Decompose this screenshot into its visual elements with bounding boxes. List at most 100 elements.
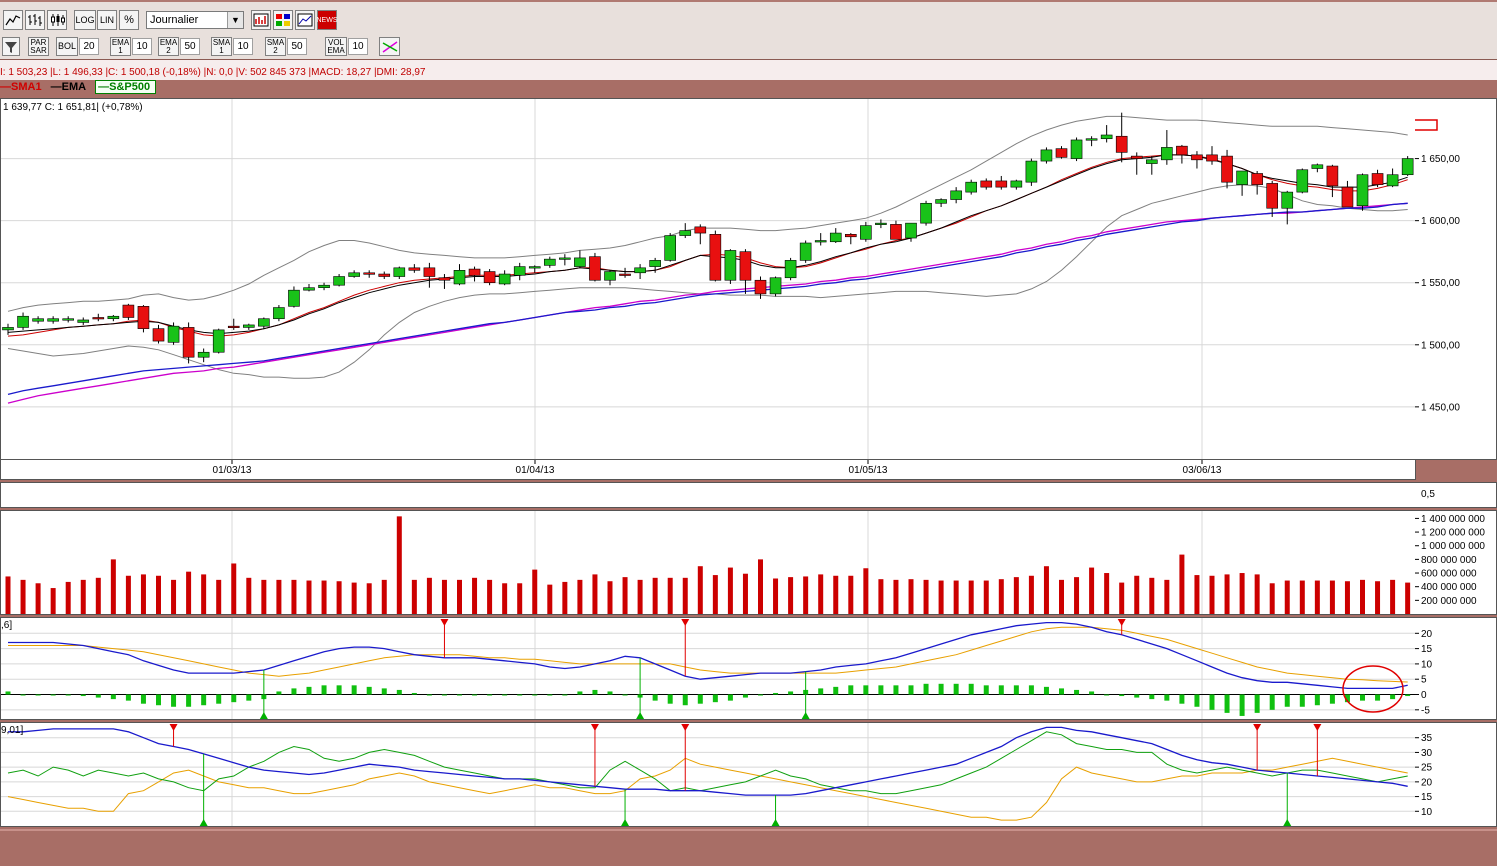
chevron-down-icon[interactable]: ▼ xyxy=(227,12,243,28)
price-tick-label: 1 550,00 xyxy=(1421,278,1460,289)
macd-histogram-bar xyxy=(321,685,327,695)
macd-histogram-bar xyxy=(1194,694,1200,707)
ema2-button[interactable]: EMA 2 xyxy=(158,37,179,56)
ema2-period-input[interactable]: 50 xyxy=(180,38,200,55)
candle-body xyxy=(182,327,195,358)
candle-body xyxy=(17,315,29,328)
volume-bar xyxy=(923,579,929,614)
volume-bar xyxy=(1405,582,1411,614)
macd-histogram-bar xyxy=(5,691,11,695)
lin-button[interactable]: LIN xyxy=(97,10,117,30)
volume-bar xyxy=(171,579,177,614)
empty-panel-tick: 0,5 xyxy=(1421,489,1435,500)
macd-histogram-bar xyxy=(652,694,658,701)
volume-bar xyxy=(682,577,688,614)
volume-bar xyxy=(472,577,478,614)
candle-body xyxy=(634,267,646,274)
macd-histogram-bar xyxy=(426,694,432,696)
ema1-period-input[interactable]: 10 xyxy=(132,38,152,55)
macd-tick-label: -5 xyxy=(1421,705,1430,716)
macd-histogram-bar xyxy=(848,685,854,695)
candle-body xyxy=(769,277,782,295)
candle-body xyxy=(1040,149,1053,162)
filter-icon[interactable] xyxy=(2,37,20,56)
macd-histogram-bar xyxy=(457,694,462,696)
macd-signal-line xyxy=(8,626,1408,683)
volume-bar xyxy=(1089,567,1095,614)
sma2-period-input[interactable]: 50 xyxy=(287,38,307,55)
candle-body xyxy=(243,324,255,328)
period-select[interactable]: Journalier ▼ xyxy=(146,11,244,29)
line-chart-icon[interactable] xyxy=(3,10,23,30)
macd-buy-signal-arrow xyxy=(801,712,810,719)
sma1-period-input[interactable]: 10 xyxy=(233,38,253,55)
volume-bar xyxy=(773,578,779,614)
macd-histogram-bar xyxy=(667,694,673,704)
vol-ema-period-input[interactable]: 10 xyxy=(348,38,368,55)
macd-histogram-bar xyxy=(923,683,929,695)
volume-bar xyxy=(667,577,673,614)
volume-bar xyxy=(20,579,26,614)
macd-tick-label: 0 xyxy=(1421,690,1427,701)
macd-panel[interactable]: ,6] xyxy=(0,617,1416,720)
candle-body xyxy=(1130,155,1143,159)
volume-bar xyxy=(1028,575,1034,614)
price-panel[interactable]: 1 639,77 C: 1 651,81| (+0,78%) xyxy=(0,98,1416,460)
sma-line xyxy=(7,154,1408,337)
volume-bar xyxy=(441,579,447,614)
ohlc-info-line: I: 1 503,23 |L: 1 496,33 |C: 1 500,18 (-… xyxy=(0,60,1497,80)
ema1-button[interactable]: EMA 1 xyxy=(110,37,131,56)
candle-body xyxy=(122,304,135,318)
candle-body xyxy=(1356,174,1369,207)
macd-histogram-bar xyxy=(1209,694,1215,710)
macd-histogram-bar xyxy=(472,694,478,696)
dmi-label: 9,01] xyxy=(1,725,24,736)
macd-histogram-bar xyxy=(186,694,192,707)
volume-panel[interactable] xyxy=(0,510,1416,615)
chart-window-icon[interactable] xyxy=(295,10,315,30)
candle-body xyxy=(393,267,406,277)
parsar-button[interactable]: PAR SAR xyxy=(28,37,49,56)
macd-histogram-bar xyxy=(1284,694,1290,707)
candle-body xyxy=(1176,145,1188,156)
macd-histogram-bar xyxy=(1013,685,1019,695)
volume-bar xyxy=(1299,580,1305,614)
vol-ema-button[interactable]: VOL EMA xyxy=(325,37,347,56)
log-button[interactable]: LOG xyxy=(74,10,96,30)
colors-icon[interactable] xyxy=(273,10,293,30)
dmi-sell-signal-arrow xyxy=(1313,724,1322,731)
date-tick-label: 01/04/13 xyxy=(516,465,555,476)
ema-line xyxy=(7,154,1408,335)
percent-button[interactable]: % xyxy=(119,10,139,30)
bol-button[interactable]: BOL xyxy=(56,37,78,56)
volume-bar xyxy=(1360,579,1365,614)
macd-histogram-bar xyxy=(818,688,824,695)
candlestick-icon[interactable] xyxy=(47,10,67,30)
macd-histogram-bar xyxy=(291,688,297,695)
macd-histogram-bar xyxy=(1149,694,1155,700)
macd-histogram-bar xyxy=(697,694,703,704)
candle-body xyxy=(1115,135,1128,153)
volume-bar xyxy=(758,559,763,614)
volume-bar xyxy=(1149,577,1155,614)
macd-histogram-bar xyxy=(938,683,944,695)
bar-chart-icon[interactable] xyxy=(25,10,45,30)
volume-bar xyxy=(652,577,658,614)
bol-period-input[interactable]: 20 xyxy=(79,38,99,55)
crossover-icon[interactable] xyxy=(379,37,400,56)
sma1-button[interactable]: SMA 1 xyxy=(211,37,232,56)
chart-type-icon[interactable] xyxy=(251,10,271,30)
volume-bar xyxy=(592,574,598,614)
candle-body xyxy=(62,318,75,321)
macd-histogram-bar xyxy=(20,694,26,696)
volume-bar xyxy=(1284,580,1290,614)
sma2-button[interactable]: SMA 2 xyxy=(265,37,286,56)
macd-histogram-bar xyxy=(65,694,71,696)
macd-histogram-bar xyxy=(1179,694,1185,704)
volume-bar xyxy=(983,580,989,614)
price-axis-svg: 1 650,00 1 600,00 1 550,00 1 500,00 1 450,00 xyxy=(1415,119,1460,413)
volume-bar xyxy=(261,579,267,614)
volume-bar xyxy=(712,575,718,614)
news-icon[interactable]: NEWS xyxy=(317,10,338,30)
dmi-panel[interactable]: 9,01] xyxy=(0,722,1416,827)
